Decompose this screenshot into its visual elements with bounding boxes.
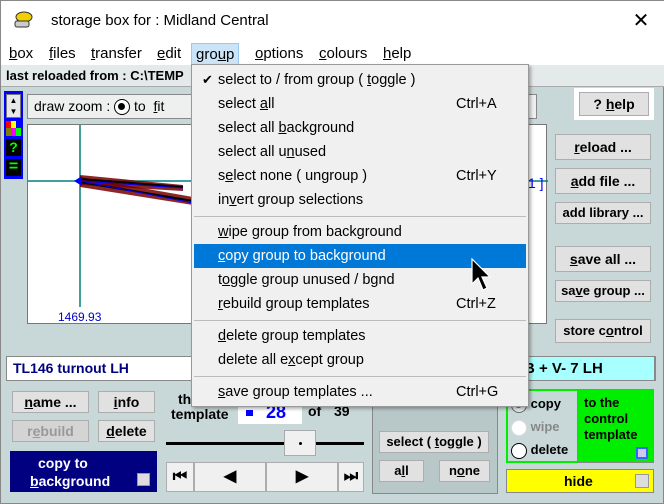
save-group-button[interactable]: save group ...	[555, 280, 651, 302]
menu-help[interactable]: help	[379, 43, 415, 65]
zoom-to-fit-radio[interactable]	[114, 99, 131, 116]
template-slider-thumb[interactable]	[284, 430, 316, 456]
menu-item-select-toggle[interactable]: ✔ select to / from group ( toggle )	[194, 68, 526, 92]
equals-icon[interactable]: =	[6, 159, 21, 176]
menu-item-invert-selections[interactable]: invert group selections	[194, 188, 526, 212]
menu-group[interactable]: group	[191, 43, 240, 65]
skip-last-icon: ⏭	[343, 468, 359, 485]
add-library-button[interactable]: add library ...	[555, 202, 651, 224]
window-title: storage box for : Midland Central	[51, 12, 269, 29]
menu-item-rebuild-templates[interactable]: rebuild group templates Ctrl+Z	[194, 292, 526, 316]
menu-item-delete-templates[interactable]: delete group templates	[194, 324, 526, 348]
tool-strip: ▲ ▼ ? =	[4, 91, 23, 179]
scroll-buttons[interactable]: ▲ ▼	[6, 94, 21, 118]
scroll-down-icon[interactable]: ▼	[7, 106, 20, 117]
template-number: 28	[266, 406, 287, 422]
help-question-icon[interactable]: ?	[6, 139, 21, 156]
skip-first-icon: ⏮	[172, 468, 188, 485]
radio-delete-option[interactable]: delete	[511, 442, 568, 459]
menu-item-save-templates[interactable]: save group templates ... Ctrl+G	[194, 380, 526, 404]
template-number-field[interactable]: 28	[238, 406, 302, 424]
menu-item-select-all[interactable]: select all Ctrl+A	[194, 92, 526, 116]
next-template-button[interactable]: ▶	[266, 462, 338, 492]
turnout-template-drawing	[74, 175, 194, 205]
menu-files[interactable]: files	[45, 43, 80, 65]
copy-to-background-checkbox[interactable]	[137, 473, 150, 486]
template-slider-track[interactable]	[166, 442, 364, 445]
storage-box-window: storage box for : Midland Central ✕ box …	[0, 0, 664, 504]
menu-separator	[194, 376, 526, 377]
info-button[interactable]: info	[98, 391, 155, 413]
zoom-fit-label: fit	[153, 98, 165, 114]
prev-template-button[interactable]: ◀	[194, 462, 266, 492]
copy-to-background-button[interactable]: copy to background	[10, 451, 157, 492]
close-button[interactable]: ✕	[629, 9, 653, 33]
menu-box[interactable]: box	[5, 43, 37, 65]
hide-checkbox[interactable]	[635, 474, 649, 488]
template-info-right: B + V- 7 LH	[521, 356, 655, 381]
zoom-to-label: to	[134, 98, 146, 114]
select-none-button[interactable]: none	[439, 460, 490, 482]
menu-item-wipe-group[interactable]: wipe group from background	[194, 220, 526, 244]
add-file-button[interactable]: add file ...	[555, 168, 651, 194]
save-all-button[interactable]: save all ...	[555, 246, 651, 272]
x-coordinate-label: 1469.93	[58, 310, 102, 324]
template-label-1: th	[178, 391, 192, 407]
select-all-button[interactable]: all	[379, 460, 424, 482]
checkmark-icon: ✔	[202, 72, 213, 87]
control-template-checkbox[interactable]	[636, 447, 648, 459]
menu-edit[interactable]: edit	[153, 43, 185, 65]
menu-item-delete-all-except[interactable]: delete all except group	[194, 348, 526, 372]
radio-wipe-option[interactable]: wipe	[511, 419, 560, 436]
app-icon	[14, 11, 33, 28]
canvas-partial-text: 1 ]	[528, 175, 544, 191]
control-template-button[interactable]: to the control template	[577, 389, 654, 463]
scroll-up-icon[interactable]: ▲	[7, 95, 20, 106]
menu-colours[interactable]: colours	[315, 43, 371, 65]
menu-item-select-none[interactable]: select none ( ungroup ) Ctrl+Y	[194, 164, 526, 188]
reload-button[interactable]: reload ...	[555, 134, 651, 160]
store-control-button[interactable]: store control	[555, 319, 651, 343]
help-button[interactable]: ? help	[579, 92, 649, 116]
menu-separator	[194, 216, 526, 217]
title-bar: storage box for : Midland Central ✕	[1, 1, 664, 41]
rebuild-button[interactable]: rebuild	[12, 420, 89, 442]
first-template-button[interactable]: ⏮	[166, 462, 194, 492]
hide-button[interactable]: hide	[506, 469, 654, 493]
group-dropdown-menu: ✔ select to / from group ( toggle ) selec…	[191, 64, 529, 407]
mouse-cursor-icon	[471, 258, 492, 291]
menu-transfer[interactable]: transfer	[87, 43, 146, 65]
last-template-button[interactable]: ⏭	[338, 462, 364, 492]
colour-palette-icon[interactable]	[6, 121, 21, 136]
delete-button[interactable]: delete	[98, 420, 155, 442]
close-icon: ✕	[632, 10, 650, 32]
menu-item-select-all-background[interactable]: select all background	[194, 116, 526, 140]
arrow-left-icon: ◀	[223, 468, 237, 485]
select-toggle-button[interactable]: select ( toggle )	[379, 431, 489, 453]
arrow-right-icon: ▶	[295, 468, 309, 485]
menu-separator	[194, 320, 526, 321]
template-label-2: template	[171, 406, 229, 422]
menu-bar: box files transfer edit group options co…	[1, 41, 664, 65]
draw-zoom-label: draw zoom :	[34, 98, 111, 114]
menu-options[interactable]: options	[251, 43, 307, 65]
name-button[interactable]: name ...	[12, 391, 89, 413]
menu-item-select-all-unused[interactable]: select all unused	[194, 140, 526, 164]
